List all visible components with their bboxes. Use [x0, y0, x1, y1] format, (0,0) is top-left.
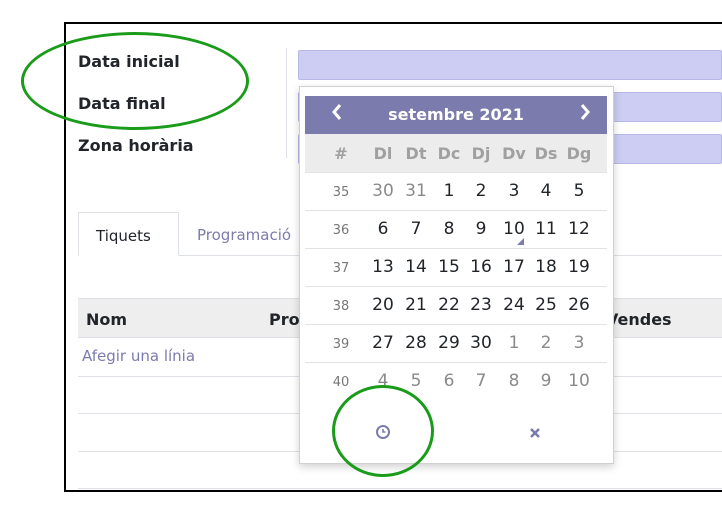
week-row: 35 30 31 1 2 3 4 5 — [305, 172, 607, 210]
close-icon — [530, 428, 540, 438]
week-row: 39 27 28 29 30 1 2 3 — [305, 324, 607, 362]
calendar-day[interactable]: 13 — [368, 257, 398, 277]
tab-tickets[interactable]: Tiquets — [78, 212, 179, 256]
calendar-day[interactable]: 30 — [368, 181, 398, 201]
next-month-button[interactable] — [579, 102, 591, 126]
calendar-day[interactable]: 11 — [531, 219, 561, 239]
column-sales[interactable]: Vendes — [606, 310, 672, 329]
calendar-day[interactable]: 26 — [564, 295, 594, 315]
timezone-label: Zona horària — [78, 136, 194, 155]
calendar-day[interactable]: 4 — [531, 181, 561, 201]
week-number: 37 — [332, 261, 350, 276]
weekday-header-row: # Dl Dt Dc Dj Dv Ds Dg — [305, 134, 607, 172]
calendar-day[interactable]: 22 — [434, 295, 464, 315]
calendar-day[interactable]: 27 — [368, 333, 398, 353]
datepicker-header: setembre 2021 — [305, 96, 607, 134]
week-row: 37 13 14 15 16 17 18 19 — [305, 248, 607, 286]
calendar-day[interactable]: 12 — [564, 219, 594, 239]
calendar-day[interactable]: 28 — [401, 333, 431, 353]
weekday-label: Ds — [534, 144, 558, 163]
calendar-day[interactable]: 8 — [499, 371, 529, 391]
add-line-link[interactable]: Afegir una línia — [82, 347, 195, 365]
calendar-day[interactable]: 10 — [564, 371, 594, 391]
week-row: 38 20 21 22 23 24 25 26 — [305, 286, 607, 324]
weekday-label: Dc — [437, 144, 461, 163]
calendar-day[interactable]: 19 — [564, 257, 594, 277]
highlight-ellipse-clock — [332, 385, 434, 477]
weekday-label: Dt — [405, 144, 427, 163]
calendar-day[interactable]: 10 — [499, 219, 529, 239]
calendar-day[interactable]: 5 — [564, 181, 594, 201]
label-separator — [286, 48, 287, 158]
calendar-day[interactable]: 6 — [434, 371, 464, 391]
calendar-day[interactable]: 9 — [531, 371, 561, 391]
calendar-day[interactable]: 3 — [499, 181, 529, 201]
week-number: 38 — [332, 299, 350, 314]
calendar-day[interactable]: 1 — [434, 181, 464, 201]
calendar-day[interactable]: 21 — [401, 295, 431, 315]
weekday-label: Dg — [566, 144, 592, 163]
calendar-day[interactable]: 7 — [401, 219, 431, 239]
tab-schedule-label: Programació — [197, 226, 292, 244]
month-title[interactable]: setembre 2021 — [305, 105, 607, 124]
week-number: 40 — [332, 375, 350, 390]
calendar-day[interactable]: 9 — [466, 219, 496, 239]
table-row-divider — [78, 488, 722, 489]
highlight-ellipse-labels — [21, 32, 249, 130]
calendar-day[interactable]: 30 — [466, 333, 496, 353]
column-product[interactable]: Pro — [269, 310, 300, 329]
calendar-day[interactable]: 14 — [401, 257, 431, 277]
calendar-day[interactable]: 17 — [499, 257, 529, 277]
chevron-right-icon — [580, 104, 590, 120]
calendar-day[interactable]: 23 — [466, 295, 496, 315]
calendar-day[interactable]: 25 — [531, 295, 561, 315]
today-indicator — [517, 238, 524, 245]
weekday-label: Dl — [373, 144, 393, 163]
week-row: 36 6 7 8 9 10 11 12 — [305, 210, 607, 248]
weekday-label: Dv — [502, 144, 526, 163]
calendar-day[interactable]: 20 — [368, 295, 398, 315]
calendar-day[interactable]: 18 — [531, 257, 561, 277]
calendar-day[interactable]: 15 — [434, 257, 464, 277]
tab-tickets-label: Tiquets — [96, 227, 151, 245]
calendar-day[interactable]: 24 — [499, 295, 529, 315]
column-name[interactable]: Nom — [86, 310, 127, 329]
weekday-label: Dj — [471, 144, 491, 163]
calendar-day[interactable]: 1 — [499, 333, 529, 353]
tab-schedule[interactable]: Programació — [197, 226, 291, 244]
calendar-day[interactable]: 7 — [466, 371, 496, 391]
week-number-header: # — [334, 144, 348, 163]
calendar-day[interactable]: 29 — [434, 333, 464, 353]
week-number: 36 — [332, 223, 350, 238]
calendar-day[interactable]: 2 — [466, 181, 496, 201]
week-number: 39 — [332, 337, 350, 352]
week-number: 35 — [332, 185, 350, 200]
start-date-input[interactable] — [298, 50, 722, 80]
calendar-day[interactable]: 3 — [564, 333, 594, 353]
calendar-day[interactable]: 6 — [368, 219, 398, 239]
calendar-day[interactable]: 5 — [401, 371, 431, 391]
clear-button[interactable] — [528, 425, 542, 444]
calendar-day[interactable]: 31 — [401, 181, 431, 201]
calendar-day[interactable]: 2 — [531, 333, 561, 353]
calendar-day[interactable]: 8 — [434, 219, 464, 239]
calendar-day[interactable]: 16 — [466, 257, 496, 277]
